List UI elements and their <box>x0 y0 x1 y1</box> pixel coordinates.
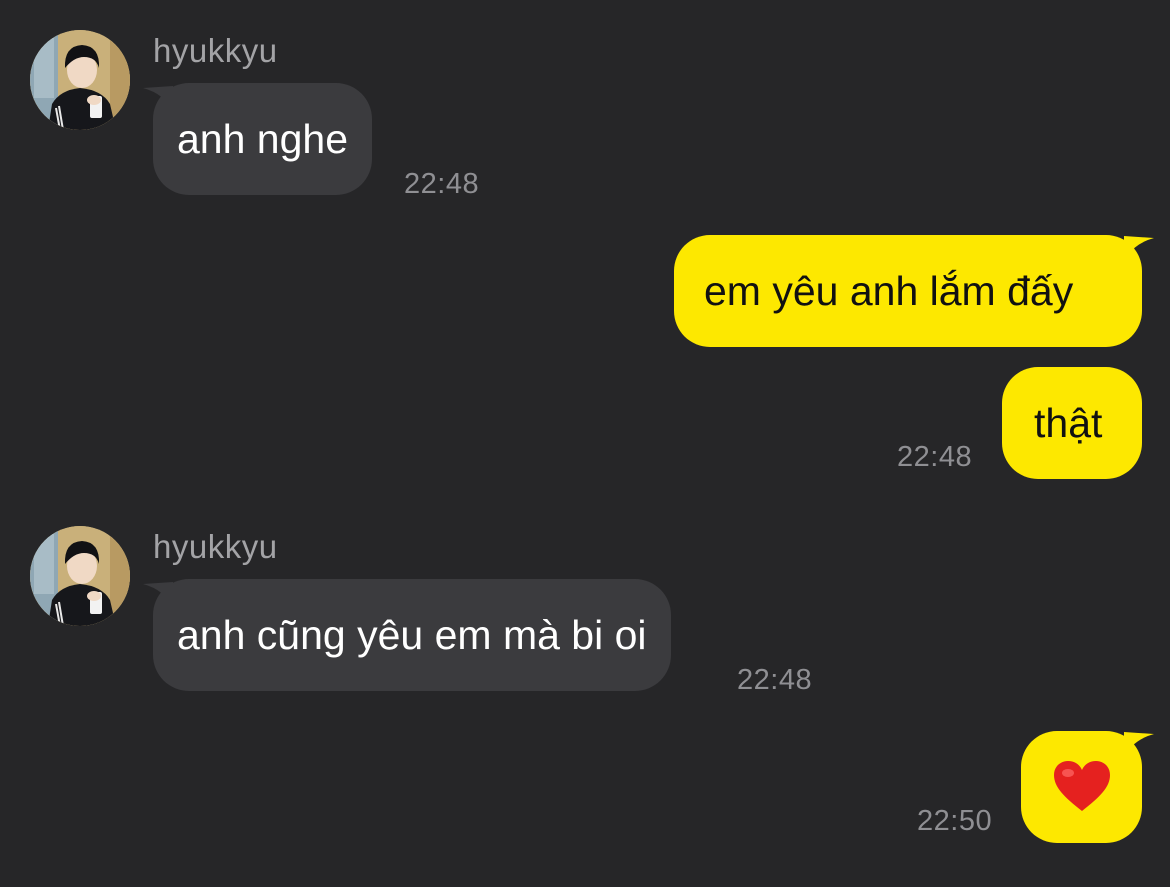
profile-photo-icon <box>30 526 130 626</box>
sender-name: hyukkyu <box>153 32 278 69</box>
message-timestamp: 22:48 <box>404 168 480 200</box>
message-bubble[interactable]: anh nghe <box>153 83 373 195</box>
avatar[interactable] <box>30 30 130 130</box>
message-text: anh cũng yêu em mà bi oi <box>177 611 647 658</box>
bubble-tail <box>143 582 173 608</box>
sender-name: hyukkyu <box>153 528 278 565</box>
bubble-tail <box>143 86 173 112</box>
message-text: em yêu anh lắm đấy <box>704 267 1074 314</box>
red-heart-icon <box>1053 761 1110 811</box>
message-timestamp: 22:50 <box>917 805 993 837</box>
message-timestamp: 22:48 <box>897 441 973 473</box>
avatar[interactable] <box>30 526 130 626</box>
bubble-tail <box>1124 732 1154 758</box>
profile-photo-icon <box>30 30 130 130</box>
message-text: anh nghe <box>177 115 349 162</box>
message-bubble[interactable]: thật <box>1002 367 1142 479</box>
bubble-tail <box>1124 236 1154 262</box>
message-bubble[interactable]: em yêu anh lắm đấy <box>674 235 1142 347</box>
message-text: thật <box>1034 399 1103 446</box>
chat-thread[interactable]: hyukkyu anh nghe 22:48 em yêu anh lắm đấ… <box>0 0 1170 887</box>
message-timestamp: 22:48 <box>737 664 813 696</box>
message-bubble[interactable]: anh cũng yêu em mà bi oi <box>153 579 671 691</box>
